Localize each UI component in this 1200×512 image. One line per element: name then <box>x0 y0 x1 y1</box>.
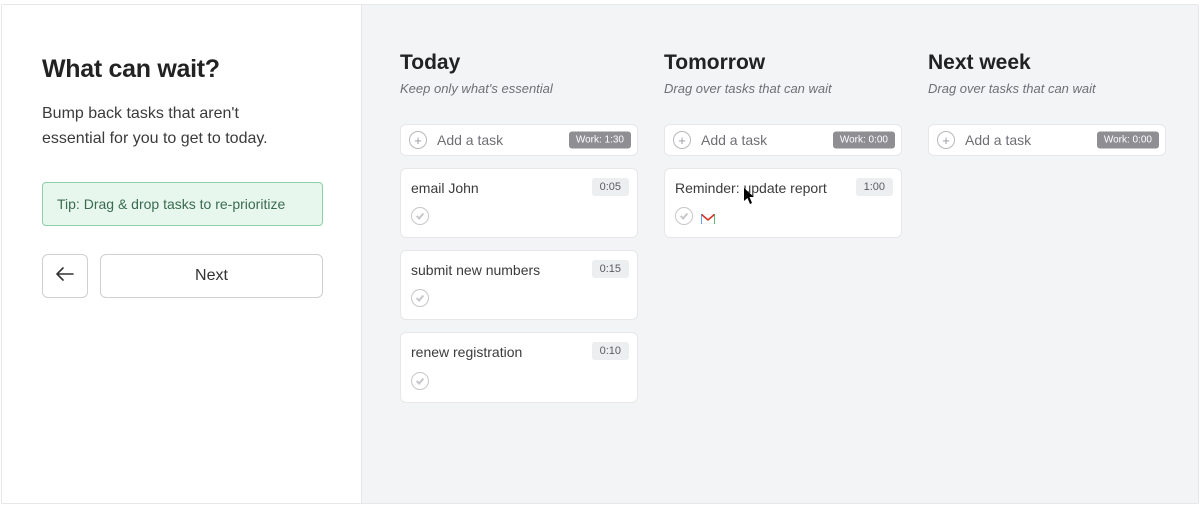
task-card[interactable]: email John 0:05 <box>400 168 638 238</box>
column-tomorrow: Tomorrow Drag over tasks that can wait +… <box>664 51 902 250</box>
sidebar-description: Bump back tasks that aren't essential fo… <box>42 102 302 152</box>
duration-badge: 0:15 <box>592 260 629 278</box>
plus-icon: + <box>409 131 427 149</box>
plus-icon: + <box>673 131 691 149</box>
column-today: Today Keep only what's essential + Add a… <box>400 51 638 415</box>
plus-icon: + <box>937 131 955 149</box>
column-title: Next week <box>928 51 1166 75</box>
add-task-button[interactable]: + Add a task Work: 1:30 <box>400 124 638 156</box>
task-board: Today Keep only what's essential + Add a… <box>362 5 1198 503</box>
add-task-label: Add a task <box>965 132 1031 148</box>
task-card[interactable]: Reminder: update report 1:00 <box>664 168 902 238</box>
add-task-label: Add a task <box>437 132 503 148</box>
work-badge: Work: 0:00 <box>833 132 895 149</box>
duration-badge: 1:00 <box>856 178 893 196</box>
add-task-button[interactable]: + Add a task Work: 0:00 <box>928 124 1166 156</box>
tip-callout: Tip: Drag & drop tasks to re-prioritize <box>42 182 323 226</box>
next-button[interactable]: Next <box>100 254 323 298</box>
back-button[interactable] <box>42 254 88 298</box>
duration-badge: 0:10 <box>592 342 629 360</box>
add-task-button[interactable]: + Add a task Work: 0:00 <box>664 124 902 156</box>
task-card[interactable]: submit new numbers 0:15 <box>400 250 638 320</box>
add-task-label: Add a task <box>701 132 767 148</box>
column-next-week: Next week Drag over tasks that can wait … <box>928 51 1166 168</box>
column-subtitle: Drag over tasks that can wait <box>664 81 902 96</box>
column-title: Tomorrow <box>664 51 902 75</box>
work-badge: Work: 1:30 <box>569 132 631 149</box>
app-frame: What can wait? Bump back tasks that aren… <box>1 4 1199 504</box>
duration-badge: 0:05 <box>592 178 629 196</box>
column-subtitle: Keep only what's essential <box>400 81 638 96</box>
work-badge: Work: 0:00 <box>1097 132 1159 149</box>
complete-checkbox[interactable] <box>675 207 693 225</box>
complete-checkbox[interactable] <box>411 372 429 390</box>
gmail-icon <box>701 211 715 221</box>
complete-checkbox[interactable] <box>411 207 429 225</box>
onboarding-sidebar: What can wait? Bump back tasks that aren… <box>2 5 362 503</box>
sidebar-title: What can wait? <box>42 55 323 84</box>
arrow-left-icon <box>56 265 74 286</box>
task-card[interactable]: renew registration 0:10 <box>400 332 638 402</box>
column-title: Today <box>400 51 638 75</box>
nav-row: Next <box>42 254 323 298</box>
column-subtitle: Drag over tasks that can wait <box>928 81 1166 96</box>
complete-checkbox[interactable] <box>411 289 429 307</box>
